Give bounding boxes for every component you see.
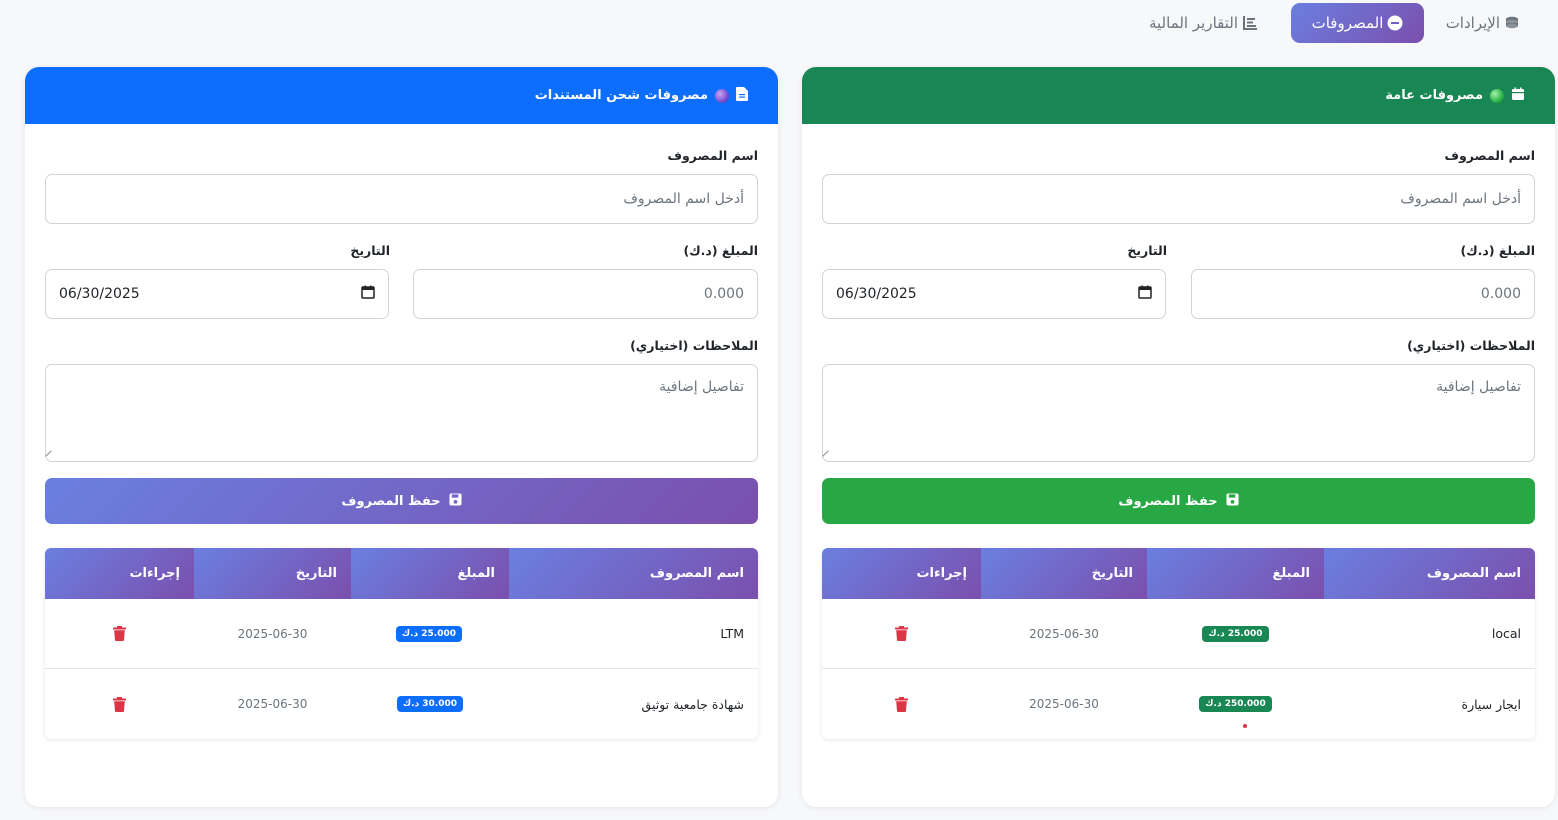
- row-expense-name: ايجار سيارة: [1461, 696, 1521, 712]
- amount-input[interactable]: 0.000: [413, 269, 758, 319]
- save-expense-label: حفظ المصروف: [341, 493, 441, 509]
- expense-name-input[interactable]: أدخل اسم المصروف: [822, 174, 1535, 224]
- notes-placeholder: تفاصيل إضافية: [1436, 379, 1521, 395]
- amount-input[interactable]: 0.000: [1191, 269, 1535, 319]
- purple-dot-icon: [715, 88, 729, 103]
- row-date: 2025-06-30: [237, 626, 308, 641]
- amount-badge: 250.000 د.ك: [1199, 696, 1272, 712]
- column-header-actions: إجراءات: [45, 548, 194, 599]
- general-expenses-header: مصروفات عامة: [802, 67, 1555, 124]
- row-actions-cell: [45, 599, 194, 669]
- row-date: 2025-06-30: [1029, 697, 1099, 711]
- expense-name-placeholder: أدخل اسم المصروف: [1400, 191, 1521, 207]
- save-icon: [1226, 492, 1239, 510]
- amount-badge: 30.000 د.ك: [396, 696, 463, 712]
- row-actions-cell: [822, 599, 981, 669]
- column-header-amount: المبلغ: [1147, 548, 1324, 599]
- tab-financial-reports-label: التقارير المالية: [1148, 14, 1238, 32]
- document-shipping-table: اسم المصروف المبلغ التاريخ إجراءات LTM 2…: [45, 548, 758, 739]
- row-amount-cell: 25.000 د.ك: [1147, 599, 1324, 669]
- name-label: اسم المصروف: [667, 148, 758, 163]
- date-label: التاريخ: [350, 243, 390, 258]
- row-amount-cell: 30.000 د.ك: [351, 669, 509, 739]
- document-shipping-header: مصروفات شحن المستندات: [25, 67, 778, 124]
- column-header-amount: المبلغ: [351, 548, 509, 599]
- row-actions-cell: [822, 669, 981, 739]
- file-icon: [736, 86, 748, 105]
- amount-label: المبلغ (د.ك): [1460, 243, 1536, 258]
- table-row: شهادة جامعية توثيق 30.000 د.ك 2025-06-30: [45, 669, 758, 739]
- date-value: 06/30/2025: [59, 286, 140, 302]
- table-header: اسم المصروف المبلغ التاريخ إجراءات: [822, 548, 1535, 599]
- date-input[interactable]: 06/30/2025: [45, 269, 389, 319]
- table-row: LTM 25.000 د.ك 2025-06-30: [45, 599, 758, 669]
- column-header-name: اسم المصروف: [509, 548, 758, 599]
- row-actions-cell: [45, 669, 194, 739]
- table-row: ايجار سيارة 250.000 د.ك 2025-06-30: [822, 669, 1535, 739]
- column-header-date: التاريخ: [981, 548, 1147, 599]
- coins-icon: [1504, 15, 1520, 31]
- row-date: 2025-06-30: [237, 697, 308, 711]
- amount-label: المبلغ (د.ك): [683, 243, 759, 258]
- resize-handle-icon[interactable]: [45, 450, 57, 462]
- amount-placeholder: 0.000: [703, 286, 744, 302]
- delete-trash-icon[interactable]: [895, 696, 908, 712]
- minus-circle-icon: [1387, 15, 1403, 31]
- save-expense-label: حفظ المصروف: [1118, 493, 1218, 509]
- row-expense-name: local: [1491, 626, 1521, 641]
- row-amount-cell: 250.000 د.ك: [1147, 669, 1324, 739]
- expense-tabs: الإيرادات المصروفات التقارير المالية: [0, 3, 1558, 43]
- tab-expenses[interactable]: المصروفات: [1291, 3, 1424, 43]
- tab-financial-reports[interactable]: التقارير المالية: [1149, 3, 1258, 43]
- column-header-date: التاريخ: [194, 548, 351, 599]
- document-shipping-title: مصروفات شحن المستندات: [534, 88, 708, 103]
- resize-handle-icon[interactable]: [822, 450, 834, 462]
- delete-trash-icon[interactable]: [895, 626, 908, 641]
- row-expense-name: LTM: [720, 626, 744, 641]
- expense-name-placeholder: أدخل اسم المصروف: [623, 191, 744, 207]
- amount-placeholder: 0.000: [1480, 286, 1521, 302]
- date-label: التاريخ: [1127, 243, 1167, 258]
- notes-placeholder: تفاصيل إضافية: [659, 379, 744, 395]
- delete-trash-icon[interactable]: [113, 626, 126, 641]
- row-expense-name: شهادة جامعية توثيق: [641, 696, 744, 712]
- save-expense-button[interactable]: حفظ المصروف: [822, 478, 1535, 524]
- notes-textarea[interactable]: تفاصيل إضافية: [822, 364, 1535, 462]
- save-expense-button[interactable]: حفظ المصروف: [45, 478, 758, 524]
- chart-bar-icon: [1242, 15, 1258, 31]
- delete-trash-icon[interactable]: [113, 696, 126, 712]
- name-label: اسم المصروف: [1444, 148, 1535, 163]
- column-header-name: اسم المصروف: [1324, 548, 1535, 599]
- tab-revenues-label: الإيرادات: [1445, 14, 1500, 32]
- expense-name-input[interactable]: أدخل اسم المصروف: [45, 174, 758, 224]
- tab-revenues[interactable]: الإيرادات: [1446, 3, 1520, 43]
- general-expenses-card: مصروفات عامة اسم المصروف أدخل اسم المصرو…: [802, 67, 1555, 807]
- notes-label: الملاحظات (اختياري): [630, 338, 758, 353]
- notes-label: الملاحظات (اختياري): [1407, 338, 1535, 353]
- table-header: اسم المصروف المبلغ التاريخ إجراءات: [45, 548, 758, 599]
- date-input[interactable]: 06/30/2025: [822, 269, 1166, 319]
- amount-badge: 25.000 د.ك: [395, 625, 462, 642]
- row-date: 2025-06-30: [1029, 626, 1099, 641]
- general-expenses-table: اسم المصروف المبلغ التاريخ إجراءات local…: [822, 548, 1535, 739]
- save-icon: [449, 492, 462, 510]
- calendar-picker-icon[interactable]: [1138, 285, 1152, 303]
- date-value: 06/30/2025: [836, 286, 917, 302]
- amount-badge: 25.000 د.ك: [1202, 625, 1269, 642]
- general-expenses-title: مصروفات عامة: [1385, 88, 1483, 103]
- table-row: local 25.000 د.ك 2025-06-30: [822, 599, 1535, 669]
- status-dot: [1243, 724, 1247, 728]
- notes-textarea[interactable]: تفاصيل إضافية: [45, 364, 758, 462]
- calendar-picker-icon[interactable]: [361, 285, 375, 303]
- column-header-actions: إجراءات: [822, 548, 981, 599]
- document-shipping-expenses-card: مصروفات شحن المستندات اسم المصروف أدخل ا…: [25, 67, 778, 807]
- tab-expenses-label: المصروفات: [1311, 14, 1384, 32]
- calendar-icon: [1511, 87, 1525, 105]
- row-amount-cell: 25.000 د.ك: [351, 599, 509, 669]
- green-dot-icon: [1490, 88, 1504, 103]
